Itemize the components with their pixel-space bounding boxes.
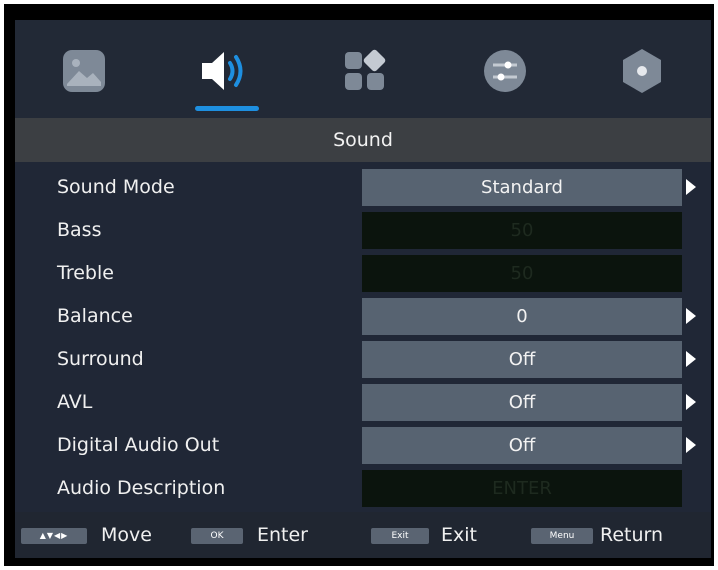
page-title: Sound — [15, 118, 711, 162]
enter-hint-label: Enter — [257, 524, 308, 546]
setting-value[interactable]: Off — [362, 427, 682, 464]
setting-row[interactable]: Treble 50 — [15, 253, 711, 293]
setting-value: ENTER — [362, 470, 682, 507]
return-hint-label: Return — [600, 524, 664, 546]
chevron-right-icon[interactable] — [686, 437, 696, 453]
setting-value[interactable]: 0 — [362, 298, 682, 335]
setting-label: Digital Audio Out — [57, 434, 220, 456]
setting-label: Audio Description — [57, 477, 226, 499]
settings-menu: Sound Sound Mode Standard Bass 50 Treble 50 Ba… — [15, 20, 711, 558]
setting-row[interactable]: AVL Off — [15, 382, 711, 422]
setting-label: Bass — [57, 219, 102, 241]
setting-row[interactable]: Sound Mode Standard — [15, 167, 711, 207]
menu-key-icon: Menu — [531, 528, 593, 544]
setting-row[interactable]: Balance 0 — [15, 296, 711, 336]
hexagon-icon — [623, 49, 661, 93]
setting-row[interactable]: Bass 50 — [15, 210, 711, 250]
exit-key-icon: Exit — [371, 528, 429, 544]
apps-icon — [345, 49, 386, 90]
tab-apps[interactable] — [336, 42, 394, 100]
chevron-right-icon[interactable] — [686, 351, 696, 367]
tv-screen: Sound Sound Mode Standard Bass 50 Treble 50 Ba… — [4, 4, 714, 566]
speaker-icon — [202, 52, 243, 90]
sliders-icon — [484, 50, 526, 92]
selected-tab-indicator — [195, 106, 259, 111]
setting-value[interactable]: Off — [362, 341, 682, 378]
tab-sound[interactable] — [198, 42, 256, 100]
category-tab-bar — [15, 20, 711, 128]
tab-system[interactable] — [613, 42, 671, 100]
setting-value: 50 — [362, 255, 682, 292]
chevron-right-icon[interactable] — [686, 394, 696, 410]
exit-hint-label: Exit — [441, 524, 477, 546]
setting-row[interactable]: Surround Off — [15, 339, 711, 379]
setting-label: Sound Mode — [57, 176, 175, 198]
setting-value: 50 — [362, 212, 682, 249]
setting-row[interactable]: Audio Description ENTER — [15, 468, 711, 508]
arrow-keys-icon: ▲▼◀▶ — [21, 528, 87, 544]
move-hint-label: Move — [101, 524, 152, 546]
setting-label: Balance — [57, 305, 133, 327]
key-hint-bar: ▲▼◀▶ Move OK Enter Exit Exit Menu Return — [15, 512, 711, 558]
setting-value[interactable]: Standard — [362, 169, 682, 206]
setting-label: AVL — [57, 391, 93, 413]
setting-row[interactable]: Digital Audio Out Off — [15, 425, 711, 465]
tab-picture[interactable] — [55, 42, 113, 100]
setting-label: Surround — [57, 348, 144, 370]
tab-settings[interactable] — [476, 42, 534, 100]
picture-icon — [63, 50, 105, 92]
ok-key-icon: OK — [191, 528, 243, 544]
chevron-right-icon[interactable] — [686, 179, 696, 195]
setting-value[interactable]: Off — [362, 384, 682, 421]
setting-label: Treble — [57, 262, 114, 284]
chevron-right-icon[interactable] — [686, 308, 696, 324]
